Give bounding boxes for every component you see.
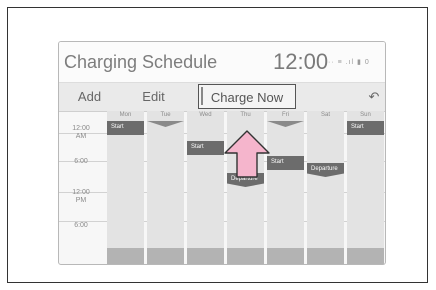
day-label: Sun: [360, 112, 371, 118]
day-label: Fri: [282, 112, 289, 118]
column-footer: [147, 248, 184, 264]
event-block-start[interactable]: Start: [107, 121, 144, 135]
weekly-schedule-grid: 12:00 AM 6:00 12:00 PM 6:00 Mon Start Tue…: [59, 111, 385, 264]
return-icon[interactable]: ↶: [365, 83, 383, 111]
column-footer: [347, 248, 384, 264]
column-marker: [267, 121, 304, 127]
day-column-fri[interactable]: Fri Start: [267, 111, 304, 264]
column-footer: [107, 248, 144, 264]
event-label: Start: [111, 124, 124, 130]
toolbar: Add Edit Charge Now ↶: [59, 82, 385, 112]
event-label: Start: [271, 159, 284, 165]
time-label-noon: 12:00 PM: [72, 189, 90, 204]
day-column-wed[interactable]: Wed Start: [187, 111, 224, 264]
day-label: Sat: [320, 112, 330, 118]
column-footer: [267, 248, 304, 264]
column-footer: [187, 248, 224, 264]
up-arrow-pointer-icon: [224, 130, 270, 178]
day-column-sun[interactable]: Sun Start: [347, 111, 384, 264]
edit-button[interactable]: Edit: [131, 83, 176, 111]
header-bar: Charging Schedule 12:00 ·· ≡ .ıl ▮ 0: [59, 42, 385, 82]
event-block-departure[interactable]: Departure: [307, 163, 344, 177]
display-screen: Charging Schedule 12:00 ·· ≡ .ıl ▮ 0 Add…: [58, 41, 386, 265]
event-block-start[interactable]: Start: [187, 141, 224, 155]
day-label: Wed: [199, 112, 212, 118]
time-label-6am: 6:00: [74, 158, 88, 165]
charge-now-button[interactable]: Charge Now: [198, 84, 296, 109]
column-footer: [227, 248, 264, 264]
event-label: Departure: [311, 166, 338, 172]
time-label-midnight: 12:00 AM: [72, 125, 90, 140]
day-label: Mon: [119, 112, 132, 118]
day-label: Tue: [160, 112, 171, 118]
column-marker: [147, 121, 184, 127]
event-block-start[interactable]: Start: [347, 121, 384, 135]
day-label: Thu: [240, 112, 251, 118]
toolbar-divider: [201, 87, 203, 105]
clock: 12:00: [273, 49, 329, 74]
event-label: Start: [351, 124, 364, 130]
day-column-tue[interactable]: Tue: [147, 111, 184, 264]
screen-title: Charging Schedule: [64, 52, 218, 72]
column-footer: [307, 248, 344, 264]
day-column-sat[interactable]: Sat Departure: [307, 111, 344, 264]
time-label-6pm: 6:00: [74, 222, 88, 229]
figure-frame: Charging Schedule 12:00 ·· ≡ .ıl ▮ 0 Add…: [7, 7, 428, 283]
event-label: Start: [191, 144, 204, 150]
event-block-start[interactable]: Start: [267, 156, 304, 170]
add-button[interactable]: Add: [67, 83, 112, 111]
day-column-mon[interactable]: Mon Start: [107, 111, 144, 264]
status-icons: ·· ≡ .ıl ▮ 0: [328, 59, 370, 66]
